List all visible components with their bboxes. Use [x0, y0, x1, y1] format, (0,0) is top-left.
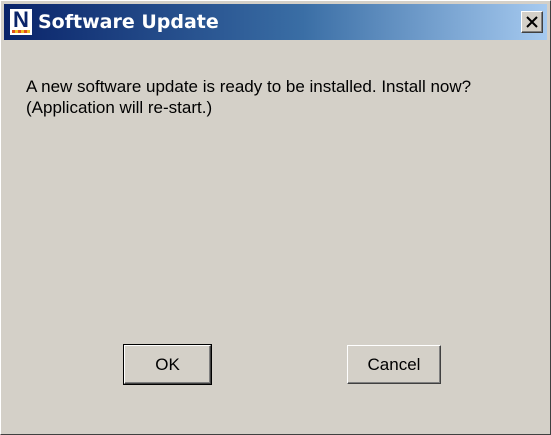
close-button[interactable] — [521, 11, 543, 33]
app-logo-icon: N — [10, 7, 32, 35]
update-message: A new software update is ready to be ins… — [26, 77, 472, 117]
cancel-button[interactable]: Cancel — [347, 345, 441, 384]
close-icon — [526, 16, 538, 28]
app-logo-letter: N — [13, 7, 29, 32]
ok-button[interactable]: OK — [123, 344, 212, 385]
app-logo-wave — [12, 30, 30, 33]
software-update-dialog: N Software Update A new software update … — [0, 0, 551, 435]
window-title: Software Update — [38, 11, 219, 33]
title-bar[interactable]: N Software Update — [4, 4, 547, 40]
